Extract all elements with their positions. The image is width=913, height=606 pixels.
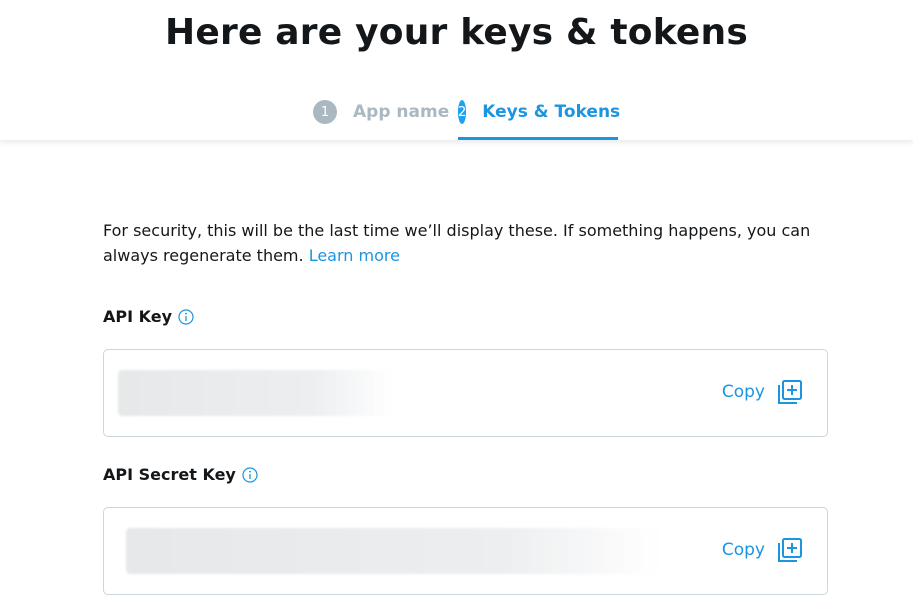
step-number-badge: 1 bbox=[313, 100, 337, 124]
step-label: Keys & Tokens bbox=[482, 102, 621, 122]
copy-add-icon bbox=[777, 537, 803, 563]
api-key-field[interactable]: Copy bbox=[103, 349, 828, 437]
active-step-underline bbox=[458, 137, 618, 140]
security-notice-text: For security, this will be the last time… bbox=[103, 221, 811, 265]
copy-api-secret-key-button[interactable]: Copy bbox=[722, 536, 803, 564]
copy-add-icon bbox=[777, 379, 803, 405]
field-label-text: API Secret Key bbox=[103, 465, 236, 484]
step-progress: 1 App name 2 Keys & Tokens bbox=[0, 100, 913, 140]
page-title: Here are your keys & tokens bbox=[165, 12, 748, 53]
info-icon[interactable] bbox=[242, 466, 258, 483]
step-keys-tokens[interactable]: 2 Keys & Tokens bbox=[458, 100, 621, 140]
step-app-name[interactable]: 1 App name bbox=[313, 100, 449, 140]
step-label: App name bbox=[353, 102, 450, 122]
api-key-label: API Key bbox=[103, 307, 194, 326]
step-number-badge: 2 bbox=[458, 100, 467, 124]
security-notice: For security, this will be the last time… bbox=[103, 218, 833, 268]
copy-label: Copy bbox=[721, 382, 765, 402]
copy-label: Copy bbox=[721, 540, 765, 560]
field-label-text: API Key bbox=[103, 307, 173, 326]
api-key-value-redacted bbox=[118, 370, 393, 416]
learn-more-link[interactable]: Learn more bbox=[309, 246, 400, 265]
api-secret-key-field[interactable]: Copy bbox=[103, 507, 828, 595]
info-icon[interactable] bbox=[178, 308, 194, 325]
page-header: Here are your keys & tokens 1 App name 2… bbox=[0, 0, 913, 141]
api-secret-key-value-redacted bbox=[126, 528, 661, 574]
api-secret-key-label: API Secret Key bbox=[103, 465, 258, 484]
copy-api-key-button[interactable]: Copy bbox=[722, 378, 803, 406]
